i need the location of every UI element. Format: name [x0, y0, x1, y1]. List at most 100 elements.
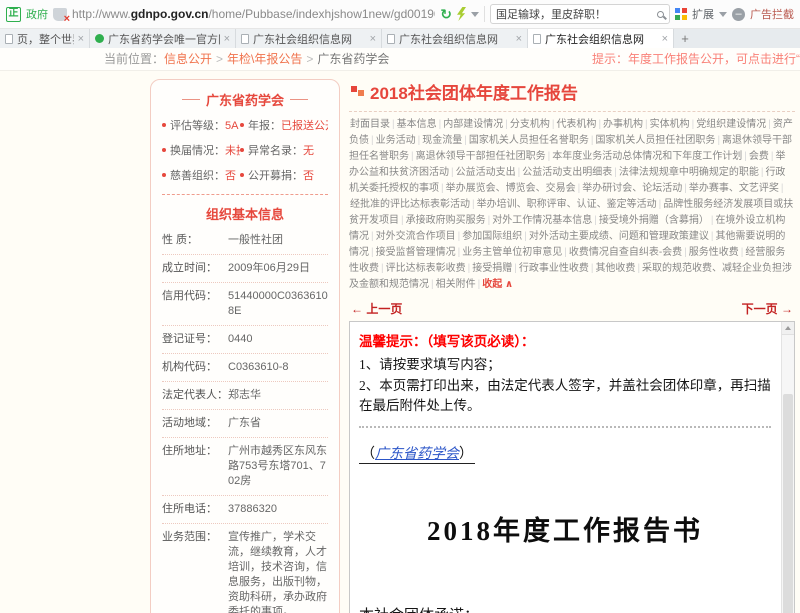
- new-tab-button[interactable]: +: [674, 29, 696, 48]
- url-field[interactable]: http://www.gdnpo.gov.cn/home/Pubbase/ind…: [72, 7, 435, 21]
- report-nav-link[interactable]: 公益活动支出: [456, 167, 516, 178]
- link-separator: |: [637, 263, 640, 274]
- report-nav-link[interactable]: 国家机关人员担任社团职务: [595, 135, 715, 146]
- report-nav-link[interactable]: 封面目录: [350, 119, 390, 130]
- report-nav-link[interactable]: 现金流量: [422, 135, 462, 146]
- report-nav-link[interactable]: 办事机构: [603, 119, 643, 130]
- report-scrollbar[interactable]: [781, 322, 794, 613]
- speed-mode-icon[interactable]: [457, 7, 466, 21]
- report-nav-link[interactable]: 举办展览会、博览会、交易会: [446, 183, 576, 194]
- link-separator: |: [711, 231, 714, 242]
- report-nav-link[interactable]: 实体机构: [650, 119, 690, 130]
- tab-label: 广东社会组织信息网: [545, 31, 658, 47]
- report-nav-link[interactable]: 相关附件: [436, 279, 476, 290]
- link-separator: |: [392, 119, 395, 130]
- report-nav-link[interactable]: 业务主管单位初审意见: [462, 247, 562, 258]
- report-nav-link[interactable]: 内部建设情况: [443, 119, 503, 130]
- report-nav-link[interactable]: 承接政府购买服务: [406, 215, 486, 226]
- browser-tab[interactable]: 广东社会组织信息网×: [236, 29, 382, 48]
- report-nav-link[interactable]: 举办赛事、文艺评奖: [689, 183, 779, 194]
- link-separator: |: [411, 151, 414, 162]
- org-info-row: 法定代表人：郑志华: [162, 382, 328, 410]
- extensions-label[interactable]: 扩展: [692, 6, 714, 22]
- report-nav-link[interactable]: 评比达标表彰收费: [386, 263, 466, 274]
- page-icon: [387, 34, 395, 44]
- prev-page-button[interactable]: ← 上一页: [351, 300, 402, 317]
- report-nav-link[interactable]: 其他收费: [595, 263, 635, 274]
- report-nav-link[interactable]: 接受捐赠: [472, 263, 512, 274]
- breadcrumb-link[interactable]: 信息公开: [164, 52, 212, 66]
- breadcrumb-link[interactable]: 年检\年报公告: [227, 52, 302, 66]
- link-separator: |: [371, 247, 374, 258]
- browser-tab[interactable]: 广东省药学会唯一官方网站×: [90, 29, 236, 48]
- link-separator: |: [598, 119, 601, 130]
- report-nav-link[interactable]: 经批准的评比达标表彰活动: [350, 199, 470, 210]
- report-nav-link[interactable]: 对外工作情况基本信息: [492, 215, 592, 226]
- report-nav-link[interactable]: 对外交流合作项目: [376, 231, 456, 242]
- report-nav-link[interactable]: 收费情况自查自纠表-会费: [569, 247, 682, 258]
- report-nav-link[interactable]: 举办培训、职称评审、认证、鉴定等活动: [477, 199, 657, 210]
- report-nav-link[interactable]: 参加国际组织: [462, 231, 522, 242]
- link-separator: |: [578, 183, 581, 194]
- info-value: 0440: [228, 332, 328, 347]
- report-nav-link[interactable]: 基本信息: [397, 119, 437, 130]
- report-nav-link[interactable]: 国家机关人员担任名誉职务: [469, 135, 589, 146]
- link-separator: |: [514, 263, 517, 274]
- link-separator: |: [505, 119, 508, 130]
- report-nav-link[interactable]: 行政事业性收费: [519, 263, 589, 274]
- report-nav-link[interactable]: 接受监督管理情况: [376, 247, 456, 258]
- refresh-icon[interactable]: ↻: [440, 6, 452, 23]
- report-nav-link[interactable]: 分支机构: [510, 119, 550, 130]
- extensions-icon[interactable]: [675, 8, 687, 20]
- report-nav-link[interactable]: 服务性收费: [689, 247, 739, 258]
- report-nav-link[interactable]: 离退休领导干部担任社团职务: [416, 151, 546, 162]
- address-bar: 正 政府 http://www.gdnpo.gov.cn/home/Pubbas…: [0, 0, 800, 29]
- search-input[interactable]: [496, 8, 653, 20]
- close-icon[interactable]: ×: [78, 33, 84, 45]
- report-nav-link[interactable]: 党组织建设情况: [696, 119, 766, 130]
- browser-tab[interactable]: 广东社会组织信息网 ×: [528, 29, 674, 48]
- info-value: 广州市越秀区东风东路753号东塔701、702房: [228, 444, 328, 489]
- bullet-icon: [240, 123, 244, 127]
- page-title: 2018社会团体年度工作报告: [351, 79, 795, 104]
- report-nav-link[interactable]: 举办研讨会、论坛活动: [582, 183, 682, 194]
- chevron-down-icon[interactable]: [471, 12, 479, 17]
- report-nav-link[interactable]: 业务活动: [376, 135, 416, 146]
- extensions-chevron-icon[interactable]: [719, 12, 727, 17]
- warm-tip-items: 1、请按要求填写内容；2、本页需打印出来，由法定代表人签字，并盖社会团体印章，再…: [359, 353, 771, 414]
- org-link[interactable]: 广东省药学会: [375, 447, 459, 462]
- report-document: 温馨提示：（填写该页必读）： 1、请按要求填写内容；2、本页需打印出来，由法定代…: [350, 322, 781, 613]
- info-label: 活动地域：: [162, 416, 228, 431]
- org-info-row: 性 质：一般性社团: [162, 227, 328, 255]
- scroll-up-button[interactable]: [782, 322, 794, 335]
- close-icon[interactable]: ×: [370, 33, 376, 45]
- report-nav-link[interactable]: 会费: [749, 151, 769, 162]
- org-info-row: 活动地域：广东省: [162, 410, 328, 438]
- link-separator: |: [478, 279, 481, 290]
- link-separator: |: [552, 119, 555, 130]
- adblock-icon[interactable]: –: [732, 8, 745, 21]
- search-box[interactable]: [490, 4, 670, 24]
- report-frame: 温馨提示：（填写该页必读）： 1、请按要求填写内容；2、本页需打印出来，由法定代…: [349, 321, 795, 613]
- scrollbar-thumb[interactable]: [783, 394, 793, 613]
- insecure-cert-icon[interactable]: [53, 8, 67, 21]
- browser-tab[interactable]: 广东社会组织信息网×: [382, 29, 528, 48]
- close-icon[interactable]: ×: [516, 33, 522, 45]
- close-icon[interactable]: ×: [224, 33, 230, 45]
- report-nav-link[interactable]: 对外活动主要成绩、问题和管理政策建议: [529, 231, 709, 242]
- breadcrumb-current: 广东省药学会: [317, 52, 389, 66]
- report-nav-link[interactable]: 接受境外捐赠（含募捐）: [599, 215, 709, 226]
- collapse-button[interactable]: 收起 ∧: [482, 279, 513, 290]
- report-nav-link[interactable]: 本年度业务活动总体情况和下年度工作计划: [552, 151, 742, 162]
- adblock-label[interactable]: 广告拦截: [750, 6, 794, 22]
- close-icon[interactable]: ×: [662, 33, 668, 45]
- status-label: 慈善组织：: [170, 170, 225, 182]
- report-nav-link[interactable]: 代表机构: [556, 119, 596, 130]
- search-icon[interactable]: [657, 11, 664, 18]
- next-page-button[interactable]: 下一页 →: [742, 300, 793, 317]
- report-nav-link[interactable]: 公益活动支出明细表: [522, 167, 612, 178]
- report-nav-link[interactable]: 法律法规规章中明确规定的职能: [619, 167, 759, 178]
- browser-tab[interactable]: 页，整个世界×: [0, 29, 90, 48]
- link-separator: |: [371, 135, 374, 146]
- org-info-row: 成立时间：2009年06月29日: [162, 255, 328, 283]
